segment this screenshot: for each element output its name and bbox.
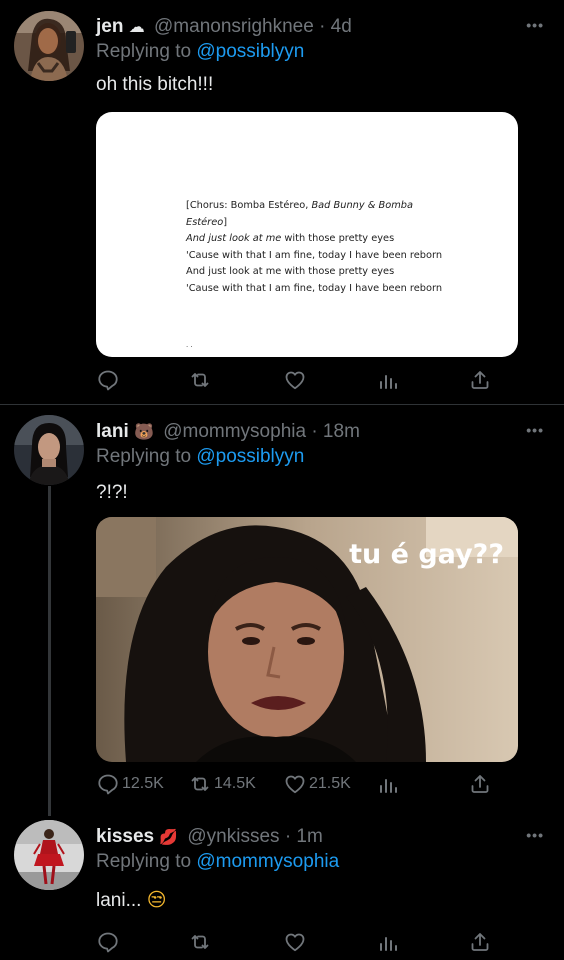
tweet-header: lani 🐻 @mommysophia · 18m — [96, 421, 360, 443]
analytics-button[interactable] — [376, 772, 400, 796]
bear-emoji-icon: 🐻 — [134, 424, 154, 441]
meme-caption: tu é gay?? — [349, 539, 504, 570]
retweet-count: 14.5K — [214, 775, 256, 792]
tweet-kisses[interactable]: kisses 💋 @ynkisses · 1m ••• Replying to … — [0, 815, 564, 960]
unamused-emoji-icon: 😒 — [146, 890, 167, 911]
avatar[interactable] — [14, 11, 84, 81]
mention-link[interactable]: @possiblyyn — [196, 41, 304, 62]
analytics-button[interactable] — [376, 368, 400, 392]
tweet-lani[interactable]: lani 🐻 @mommysophia · 18m ••• Replying t… — [0, 405, 564, 815]
display-name[interactable]: lani — [96, 421, 129, 442]
analytics-icon — [380, 779, 397, 793]
tweet-text: oh this bitch!!! — [96, 74, 214, 95]
lyrics-line: And just look at me with those pretty ey… — [186, 266, 395, 278]
lyrics-line: [Chorus: Bomba Estéreo, — [186, 200, 312, 211]
tweet-jen[interactable]: jen ☁ @manonsrighknee · 4d ••• Replying … — [0, 0, 564, 404]
retweet-button[interactable]: 14.5K — [188, 772, 256, 796]
replying-to-label: Replying to — [96, 446, 197, 467]
lyrics-line: 'Cause with that I am fine, today I have… — [186, 282, 443, 294]
share-button[interactable] — [468, 930, 492, 954]
lyrics-line: ] — [223, 216, 228, 228]
cloud-emoji-icon: ☁ — [128, 19, 145, 36]
lyrics-text: [Chorus: Bomba Estéreo, Bad Bunny & Bomb… — [186, 198, 442, 298]
share-button[interactable] — [468, 368, 492, 392]
tweet-actions — [96, 930, 496, 956]
heart-icon — [285, 775, 305, 794]
lyrics-ellipsis: . . — [186, 340, 193, 349]
lyrics-line: 'Cause with that I am fine, today I have… — [186, 249, 443, 261]
share-icon — [471, 933, 489, 951]
share-icon — [471, 775, 489, 793]
analytics-icon — [380, 375, 397, 389]
retweet-icon — [191, 373, 209, 387]
kiss-emoji-icon: 💋 — [159, 829, 179, 846]
like-button[interactable] — [283, 368, 307, 392]
replying-to-label: Replying to — [96, 41, 197, 62]
analytics-button[interactable] — [376, 930, 400, 954]
meme-image[interactable]: tu é gay?? — [96, 517, 518, 762]
replying-to: Replying to @mommysophia — [96, 851, 339, 873]
lyrics-line: with those pretty eyes — [281, 233, 395, 245]
lyrics-image[interactable]: [Chorus: Bomba Estéreo, Bad Bunny & Bomb… — [96, 112, 518, 357]
more-options-icon[interactable]: ••• — [526, 827, 544, 843]
reply-button[interactable]: 12.5K — [96, 772, 164, 796]
like-button[interactable] — [283, 930, 307, 954]
reply-button[interactable] — [96, 368, 120, 392]
lyrics-line: Estéreo — [186, 216, 224, 228]
retweet-icon — [191, 777, 209, 791]
more-options-icon[interactable]: ••• — [526, 17, 544, 33]
reply-icon — [98, 370, 118, 391]
username[interactable]: @manonsrighknee — [154, 16, 314, 37]
tweet-actions: 12.5K 14.5K 21.5K — [96, 772, 496, 798]
tweet-text-content: lani... — [96, 890, 147, 911]
replying-to-label: Replying to — [96, 851, 197, 872]
retweet-button[interactable] — [188, 930, 212, 954]
more-options-icon[interactable]: ••• — [526, 422, 544, 438]
avatar[interactable] — [14, 820, 84, 890]
reply-button[interactable] — [96, 930, 120, 954]
avatar[interactable] — [14, 415, 84, 485]
heart-icon — [285, 371, 305, 390]
like-button[interactable]: 21.5K — [283, 772, 351, 796]
lyrics-line: Bad Bunny & Bomba — [311, 200, 414, 211]
display-name[interactable]: jen — [96, 16, 123, 37]
tweet-header: jen ☁ @manonsrighknee · 4d — [96, 16, 352, 38]
reply-icon — [98, 932, 118, 953]
share-icon — [471, 371, 489, 389]
tweet-text: lani... 😒 — [96, 889, 167, 912]
retweet-button[interactable] — [188, 368, 212, 392]
lyrics-line: And just look at me — [186, 233, 282, 245]
replying-to: Replying to @possiblyyn — [96, 41, 304, 63]
heart-icon — [285, 933, 305, 952]
username[interactable]: @mommysophia — [163, 421, 306, 442]
timestamp[interactable]: · 18m — [311, 421, 360, 442]
like-count: 21.5K — [309, 775, 351, 792]
timestamp[interactable]: · 1m — [285, 826, 323, 847]
retweet-icon — [191, 935, 209, 949]
reply-icon — [98, 774, 118, 795]
username[interactable]: @ynkisses — [187, 826, 279, 847]
tweet-text: ?!?! — [96, 482, 128, 503]
reply-count: 12.5K — [122, 775, 164, 792]
tweet-header: kisses 💋 @ynkisses · 1m — [96, 826, 323, 848]
analytics-icon — [380, 937, 397, 951]
display-name[interactable]: kisses — [96, 826, 154, 847]
replying-to: Replying to @possiblyyn — [96, 446, 304, 468]
mention-link[interactable]: @mommysophia — [196, 851, 339, 872]
tweet-actions — [96, 368, 496, 394]
share-button[interactable] — [468, 772, 492, 796]
timestamp[interactable]: · 4d — [319, 16, 352, 37]
mention-link[interactable]: @possiblyyn — [196, 446, 304, 467]
